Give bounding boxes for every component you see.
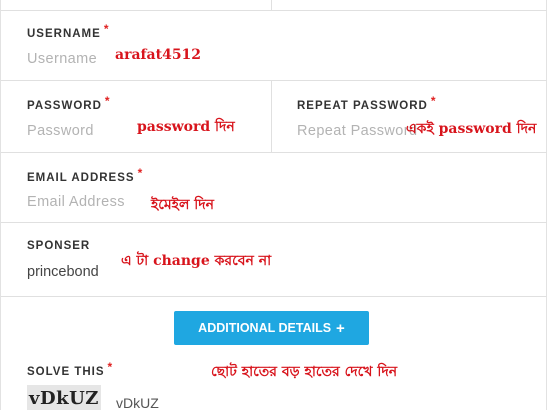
email-label: EMAIL ADDRESS * <box>27 166 143 184</box>
repeat-password-label-text: REPEAT PASSWORD <box>297 100 428 112</box>
username-label-text: USERNAME <box>27 28 101 40</box>
sponser-label-text: SPONSER <box>27 240 91 252</box>
email-label-text: EMAIL ADDRESS <box>27 172 135 184</box>
solve-this-label: SOLVE THIS * <box>27 360 113 378</box>
plus-icon: + <box>336 319 345 337</box>
additional-details-label: ADDITIONAL DETAILS <box>198 321 332 335</box>
sponser-label: SPONSER <box>27 240 90 252</box>
username-label: USERNAME * <box>27 22 109 40</box>
required-mark: * <box>103 22 110 36</box>
username-input[interactable] <box>27 48 117 70</box>
password-label-text: PASSWORD <box>27 100 102 112</box>
repeat-password-note: একই password দিন <box>406 121 537 137</box>
captcha-image-text: vDkUZ <box>29 388 99 409</box>
password-note: password দিন <box>137 119 235 135</box>
captcha-input[interactable]: vDkUZ <box>116 395 159 410</box>
required-mark: * <box>430 94 437 108</box>
email-note: ইমেইল দিন <box>151 197 214 213</box>
row-divider <box>1 80 547 81</box>
captcha-image: vDkUZ <box>27 385 101 410</box>
solve-this-label-text: SOLVE THIS <box>27 366 105 378</box>
required-mark: * <box>137 166 144 180</box>
registration-form: USERNAME* arafat4512 PASSWORD* password … <box>0 0 547 410</box>
row-divider <box>1 10 547 11</box>
row-divider <box>1 296 547 297</box>
password-input[interactable] <box>27 120 127 142</box>
email-input[interactable] <box>27 191 142 213</box>
required-mark: * <box>104 94 111 108</box>
additional-details-button[interactable]: ADDITIONAL DETAILS + <box>174 311 369 345</box>
column-divider-top <box>271 0 272 10</box>
sponser-value: princebond <box>27 264 99 280</box>
required-mark: * <box>107 360 114 374</box>
row-divider <box>1 152 547 153</box>
password-label: PASSWORD * <box>27 94 111 112</box>
username-note: arafat4512 <box>115 47 202 63</box>
sponser-note: এ টা change করবেন না <box>121 253 272 269</box>
row-divider <box>1 222 547 223</box>
solve-this-note: ছোট হাতের বড় হাতের দেখে দিন <box>211 364 398 380</box>
column-divider <box>271 80 272 152</box>
repeat-password-label: REPEAT PASSWORD * <box>297 94 437 112</box>
